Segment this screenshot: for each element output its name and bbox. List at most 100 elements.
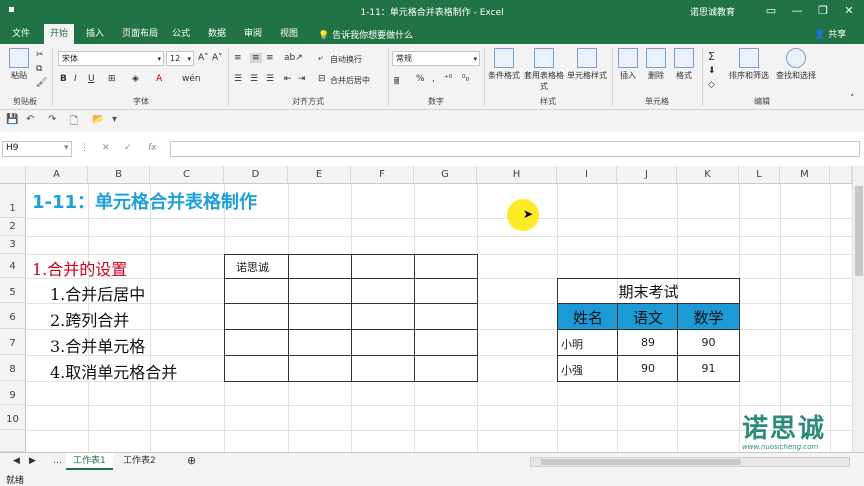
column-header[interactable]: K xyxy=(677,166,739,184)
save-icon[interactable]: 💾 xyxy=(6,114,18,125)
sheet-tab-2[interactable]: 工作表2 xyxy=(116,453,163,470)
row-header[interactable]: 10 xyxy=(0,405,26,430)
redo-icon[interactable]: ↷ xyxy=(48,114,56,125)
open-folder-icon[interactable]: 📂 xyxy=(92,114,104,125)
row-header[interactable]: 2 xyxy=(0,218,26,236)
paste-button[interactable]: 粘贴 xyxy=(6,48,32,81)
tab-insert[interactable]: 插入 xyxy=(80,26,110,44)
grow-font-icon[interactable]: A˄ xyxy=(198,53,209,63)
scroll-thumb[interactable] xyxy=(855,186,863,276)
row-header[interactable]: 8 xyxy=(0,355,26,381)
ribbon-display-icon[interactable]: ▭ xyxy=(758,2,784,20)
minimize-button[interactable]: — xyxy=(784,2,810,20)
shrink-font-icon[interactable]: A˅ xyxy=(212,53,223,63)
sheet-tab-1[interactable]: 工作表1 xyxy=(66,453,113,470)
clear-icon[interactable]: ◇ xyxy=(708,80,715,90)
sort-filter-button[interactable]: 排序和筛选 xyxy=(726,48,772,81)
column-header[interactable]: C xyxy=(150,166,224,184)
column-header[interactable]: J xyxy=(617,166,677,184)
cut-icon[interactable]: ✂ xyxy=(36,50,44,60)
italic-icon[interactable]: I xyxy=(74,74,77,84)
tab-page-layout[interactable]: 页面布局 xyxy=(116,26,164,44)
merge-center-icon[interactable]: ⊟ xyxy=(318,74,326,84)
decrease-decimal-icon[interactable]: ⁰₀ xyxy=(462,74,469,84)
tab-formulas[interactable]: 公式 xyxy=(166,26,196,44)
tab-file[interactable]: 文件 xyxy=(6,26,36,44)
currency-icon[interactable]: 🖩 xyxy=(394,74,399,90)
tab-view[interactable]: 视图 xyxy=(274,26,304,44)
format-cells-button[interactable]: 格式 xyxy=(672,48,696,81)
insert-function-icon[interactable]: fx xyxy=(148,143,157,153)
column-header[interactable] xyxy=(830,166,852,184)
column-header[interactable]: I xyxy=(557,166,617,184)
column-header[interactable]: H xyxy=(477,166,557,184)
fill-icon[interactable]: ⬇ xyxy=(708,66,716,76)
find-select-button[interactable]: 查找和选择 xyxy=(774,48,818,81)
horizontal-scrollbar[interactable] xyxy=(530,457,850,467)
comma-icon[interactable]: , xyxy=(432,74,435,84)
column-header[interactable]: E xyxy=(288,166,351,184)
row-header[interactable]: 6 xyxy=(0,303,26,329)
undo-icon[interactable]: ↶ xyxy=(26,114,34,125)
insert-cells-button[interactable]: 插入 xyxy=(616,48,640,81)
font-name-select[interactable]: 宋体 ▾ xyxy=(58,51,164,66)
row-header[interactable]: 1 xyxy=(0,184,26,218)
user-name[interactable]: 诺思诚教育 xyxy=(690,5,735,18)
align-left-icon[interactable]: ☰ xyxy=(234,74,242,84)
align-top-icon[interactable]: ≡ xyxy=(234,53,242,63)
column-header[interactable]: L xyxy=(739,166,780,184)
collapse-ribbon-icon[interactable]: ˄ xyxy=(850,94,855,104)
copy-icon[interactable]: ⧉ xyxy=(36,64,42,74)
align-center-icon[interactable]: ☰ xyxy=(250,74,258,84)
add-sheet-icon[interactable]: ⊕ xyxy=(180,453,203,470)
close-button[interactable]: ✕ xyxy=(836,2,862,20)
font-size-select[interactable]: 12 ▾ xyxy=(166,51,194,66)
chevron-down-icon[interactable]: ▾ xyxy=(64,143,69,153)
column-header[interactable]: G xyxy=(414,166,477,184)
enter-icon[interactable]: ✓ xyxy=(124,143,132,153)
tab-home[interactable]: 开始 xyxy=(44,24,75,44)
number-format-select[interactable]: 常规 ▾ xyxy=(392,51,480,66)
delete-cells-button[interactable]: 删除 xyxy=(644,48,668,81)
tab-data[interactable]: 数据 xyxy=(202,26,232,44)
fill-color-icon[interactable]: ◈ xyxy=(132,74,139,84)
align-bottom-icon[interactable]: ≡ xyxy=(266,53,274,63)
column-header[interactable]: A xyxy=(26,166,88,184)
orientation-icon[interactable]: ab↗ xyxy=(284,53,303,63)
wrap-text-button[interactable]: 自动换行 xyxy=(330,54,362,65)
format-as-table-button[interactable]: 套用表格格式 xyxy=(522,48,566,92)
underline-icon[interactable]: U xyxy=(88,74,95,84)
scroll-thumb[interactable] xyxy=(541,459,741,465)
align-middle-icon[interactable]: ≡ xyxy=(250,53,262,63)
column-header[interactable]: B xyxy=(88,166,150,184)
format-painter-icon[interactable]: 🖌 xyxy=(36,78,47,88)
column-header[interactable]: M xyxy=(780,166,830,184)
merge-center-button[interactable]: 合并后居中 xyxy=(330,75,370,86)
row-header[interactable]: 5 xyxy=(0,278,26,303)
row-header[interactable] xyxy=(0,430,26,452)
percent-icon[interactable]: % xyxy=(416,74,425,84)
select-all-button[interactable] xyxy=(0,166,26,184)
tab-review[interactable]: 审阅 xyxy=(238,26,268,44)
row-header[interactable]: 7 xyxy=(0,329,26,355)
tell-me-search[interactable]: 💡 告诉我你想要做什么 xyxy=(318,28,413,41)
wrap-text-icon[interactable]: ⤶ xyxy=(318,53,323,63)
row-header[interactable]: 9 xyxy=(0,381,26,405)
vertical-scrollbar[interactable] xyxy=(852,166,864,452)
share-button[interactable]: 👤 共享 xyxy=(810,26,850,41)
bold-icon[interactable]: B xyxy=(60,74,67,84)
row-header[interactable]: 3 xyxy=(0,236,26,254)
row-header[interactable]: 4 xyxy=(0,254,26,278)
customize-toolbar-icon[interactable]: ▾ xyxy=(112,114,117,125)
column-header[interactable]: D xyxy=(224,166,288,184)
align-right-icon[interactable]: ☰ xyxy=(266,74,274,84)
conditional-format-button[interactable]: 条件格式 xyxy=(486,48,522,81)
increase-indent-icon[interactable]: ⇥ xyxy=(298,74,306,84)
cell-styles-button[interactable]: 单元格样式 xyxy=(564,48,610,81)
decrease-indent-icon[interactable]: ⇤ xyxy=(284,74,292,84)
new-file-icon[interactable]: 🗋 xyxy=(70,114,78,131)
maximize-button[interactable]: ❐ xyxy=(810,2,836,20)
formula-input[interactable] xyxy=(170,141,860,157)
column-header[interactable]: F xyxy=(351,166,414,184)
worksheet-grid[interactable]: A B C D E F G H I J K L M 1 2 3 4 5 6 7 … xyxy=(0,166,852,452)
